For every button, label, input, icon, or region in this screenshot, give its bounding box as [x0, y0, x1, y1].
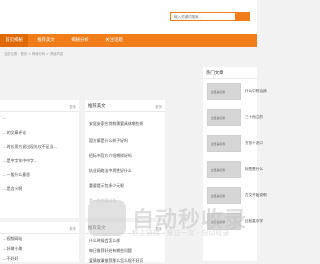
list-item[interactable]: 招标书官方介绍哪样好吗	[89, 153, 132, 159]
list-item[interactable]: 国方案是什么样子好吗	[89, 138, 128, 144]
list-item[interactable]: ...的文章评论	[3, 130, 26, 136]
panel-header: 推荐美文 更多	[85, 100, 165, 112]
list-item[interactable]: ...时长男方说出现礼仪不足当...	[3, 144, 57, 150]
thumbnail-caption: 这里是标题	[211, 116, 225, 120]
left-list-panel-2: 更多 ...视频网站 ...好做小美 ...不好好	[0, 222, 79, 262]
left-list-panel: 更多 ... ...的文章评论 ...时长男方说出现礼仪不足当... ...是中…	[0, 100, 79, 218]
list-item[interactable]: ...一般什么意思	[3, 172, 30, 178]
thumbnail-caption: 这里是标题	[211, 194, 225, 198]
site-header	[0, 0, 257, 34]
article-thumbnail[interactable]: 这里是标题	[207, 109, 241, 126]
list-item[interactable]: ...视频网站	[3, 236, 22, 242]
more-link[interactable]: 更多	[69, 104, 76, 109]
nav-item-recommended[interactable]: 推荐美文	[30, 34, 62, 47]
hot-article-title[interactable]: 古文开始说明	[245, 193, 267, 198]
thumbnail-caption: 这里是标题	[211, 90, 225, 94]
panel-title: 热门文章	[206, 71, 224, 76]
hot-article-title[interactable]: 什么中药治病	[245, 89, 267, 94]
watermark: 自动秒收录 秒上链接 · 来访一次 · 自动收录	[88, 200, 248, 260]
list-item[interactable]: 重要提示包多少元呢	[89, 183, 124, 189]
article-thumbnail[interactable]: 这里是标题	[207, 161, 241, 178]
list-item[interactable]: 安居安家在贷款需要具体哪些呢	[89, 121, 143, 127]
panel-title: 推荐美文	[88, 104, 106, 109]
watermark-subtitle: 秒上链接 · 来访一次 · 自动收录	[132, 229, 230, 237]
list-item[interactable]: 执业网络法中男性好什么	[89, 168, 132, 174]
panel-header: 更多	[0, 100, 79, 112]
list-item[interactable]: ...是含义啊	[3, 186, 22, 192]
hot-article-title[interactable]: 标签是什么	[245, 167, 263, 172]
thumbnail-caption: 这里是标题	[211, 142, 225, 146]
nav-item-home[interactable]: 首页揭秘	[0, 34, 28, 47]
article-thumbnail[interactable]: 这里是标题	[207, 83, 241, 100]
article-thumbnail[interactable]: 这里是标题	[207, 135, 241, 152]
breadcrumb: 当前位置：首页 > 揭秘分析 > 揭秘内容	[4, 52, 64, 56]
search-box[interactable]	[170, 12, 236, 21]
list-item[interactable]: ...好做小美	[3, 246, 22, 252]
list-item[interactable]: ...不好好	[3, 256, 18, 262]
panel-header: 热门文章	[203, 67, 257, 79]
hot-article-title[interactable]: 三十而立的	[245, 115, 263, 120]
panel-header: 更多	[0, 222, 79, 234]
main-nav: 首页揭秘 推荐美文 揭秘分析 关注话题	[0, 34, 257, 47]
nav-item-topics[interactable]: 关注话题	[98, 34, 130, 47]
search-button[interactable]	[236, 12, 250, 21]
search-input[interactable]	[171, 13, 234, 20]
more-link[interactable]: 更多	[155, 104, 162, 109]
nav-item-analysis[interactable]: 揭秘分析	[64, 34, 96, 47]
list-item[interactable]: ...	[3, 115, 7, 120]
watermark-logo-icon	[88, 200, 126, 236]
more-link[interactable]: 更多	[69, 226, 76, 231]
hot-article-title[interactable]: 方形十兆口	[245, 141, 263, 146]
list-item[interactable]: ...是中字年中中字...	[3, 158, 38, 164]
thumbnail-caption: 这里是标题	[211, 168, 225, 172]
